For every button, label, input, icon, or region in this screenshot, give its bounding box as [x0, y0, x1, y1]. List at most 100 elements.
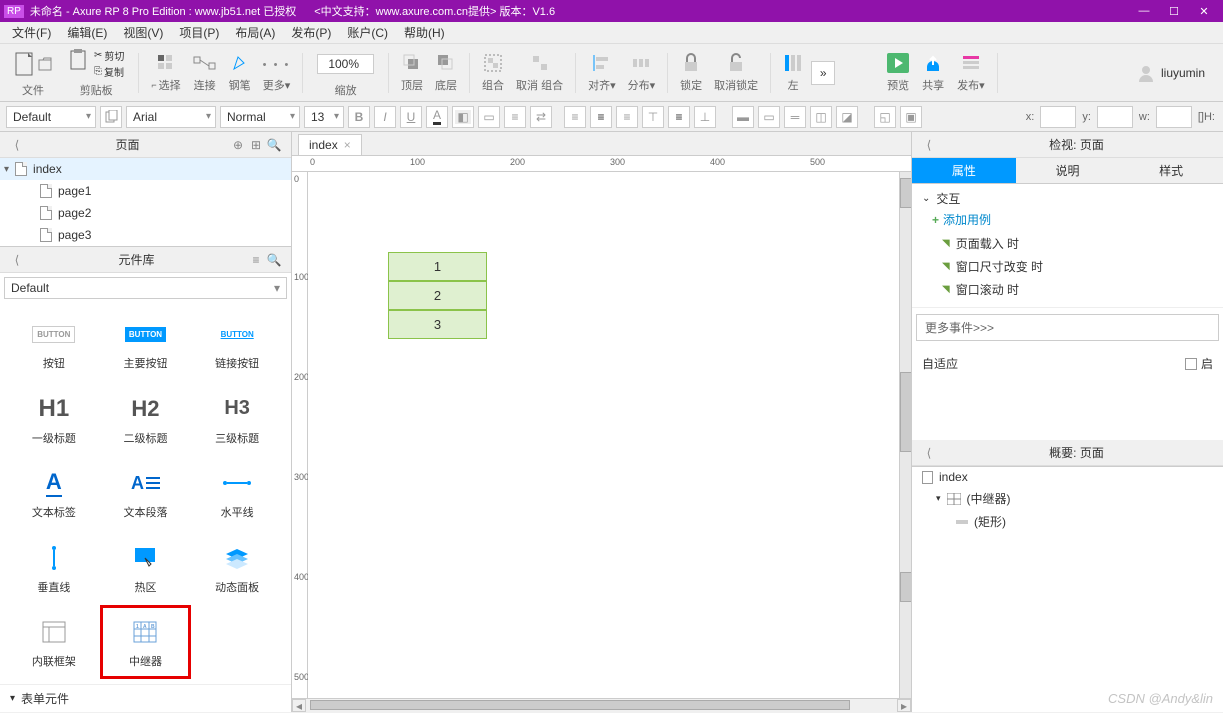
- outline-index[interactable]: index: [912, 467, 1223, 487]
- border-button[interactable]: ▭: [758, 106, 780, 128]
- border-color-button[interactable]: ▭: [478, 106, 500, 128]
- widget-hotspot[interactable]: 热区: [100, 531, 192, 605]
- lock-button[interactable]: 锁定: [676, 51, 706, 95]
- canvas[interactable]: 1 2 3: [308, 172, 899, 698]
- add-page-icon[interactable]: ⊕: [229, 138, 247, 152]
- interaction-section[interactable]: ⌄交互: [922, 190, 1213, 207]
- adaptive-checkbox[interactable]: [1185, 358, 1197, 370]
- scrollbar-horizontal[interactable]: ◂ ▸: [292, 698, 911, 712]
- outline-repeater[interactable]: ▾(中继器): [912, 487, 1223, 510]
- distribute-button[interactable]: 分布▾: [624, 51, 660, 95]
- user-menu[interactable]: liuyumin: [1127, 64, 1215, 82]
- text-color-button[interactable]: A: [426, 106, 448, 128]
- search-icon[interactable]: 🔍: [265, 138, 283, 152]
- align-left[interactable]: 左: [779, 51, 807, 95]
- collapse-icon[interactable]: ⟨: [920, 446, 938, 460]
- widget-h1[interactable]: H1一级标题: [8, 382, 100, 456]
- widget-button[interactable]: BUTTON按钮: [8, 307, 100, 381]
- bold-button[interactable]: B: [348, 106, 370, 128]
- bring-front[interactable]: 顶层: [397, 51, 427, 95]
- toolbar-overflow[interactable]: »: [811, 61, 835, 85]
- shadow-outer-button[interactable]: ◫: [810, 106, 832, 128]
- y-input[interactable]: [1097, 106, 1133, 128]
- search-icon[interactable]: 🔍: [265, 253, 283, 267]
- widget-vr[interactable]: 垂直线: [8, 531, 100, 605]
- widget-link-button[interactable]: BUTTON链接按钮: [191, 307, 283, 381]
- pen-tool[interactable]: 钢笔: [225, 51, 255, 95]
- bg-color-button[interactable]: ◧: [452, 106, 474, 128]
- repeater-cell-3[interactable]: 3: [388, 310, 487, 339]
- window-minimize[interactable]: —: [1129, 5, 1159, 17]
- file-group[interactable]: 文件: [8, 46, 58, 100]
- align-right-text[interactable]: ≡: [616, 106, 638, 128]
- shadow-inner-button[interactable]: ◪: [836, 106, 858, 128]
- padding-button[interactable]: ▣: [900, 106, 922, 128]
- widget-repeater[interactable]: 1AB中继器: [100, 605, 192, 679]
- event-resize[interactable]: ◥窗口尺寸改变 时: [922, 255, 1213, 278]
- widget-h2[interactable]: H2二级标题: [100, 382, 192, 456]
- connect-tool[interactable]: 连接: [189, 51, 221, 95]
- publish-button[interactable]: 发布▾: [953, 51, 989, 95]
- corner-button[interactable]: ◱: [874, 106, 896, 128]
- weight-select[interactable]: Normal: [220, 106, 300, 128]
- close-tab-icon[interactable]: ×: [344, 138, 351, 152]
- event-scroll[interactable]: ◥窗口滚动 时: [922, 278, 1213, 301]
- widget-h3[interactable]: H3三级标题: [191, 382, 283, 456]
- line-style-button[interactable]: ≡: [504, 106, 526, 128]
- font-select[interactable]: Arial: [126, 106, 216, 128]
- italic-button[interactable]: I: [374, 106, 396, 128]
- menu-view[interactable]: 视图(V): [115, 22, 171, 43]
- align-bottom-text[interactable]: ⊥: [694, 106, 716, 128]
- arrow-button[interactable]: ⇄: [530, 106, 552, 128]
- x-input[interactable]: [1040, 106, 1076, 128]
- menu-help[interactable]: 帮助(H): [396, 22, 453, 43]
- page-page1[interactable]: page1: [0, 180, 291, 202]
- widget-text-label[interactable]: A文本标签: [8, 456, 100, 530]
- menu-publish[interactable]: 发布(P): [283, 22, 339, 43]
- window-close[interactable]: ✕: [1189, 5, 1219, 18]
- share-button[interactable]: 共享: [917, 51, 949, 95]
- more-tools[interactable]: • • •更多▾: [259, 51, 295, 95]
- clipboard-group[interactable]: ✂剪切 ⎘复制 剪贴板: [62, 46, 130, 100]
- scroll-left-icon[interactable]: ◂: [292, 699, 306, 712]
- tab-notes[interactable]: 说明: [1016, 158, 1120, 183]
- lib-menu-icon[interactable]: ≡: [247, 253, 265, 267]
- menu-account[interactable]: 账户(C): [339, 22, 396, 43]
- group-button[interactable]: 组合: [478, 51, 508, 95]
- w-input[interactable]: [1156, 106, 1192, 128]
- widget-dynamic-panel[interactable]: 动态面板: [191, 531, 283, 605]
- page-page3[interactable]: page3: [0, 224, 291, 246]
- fill-button[interactable]: ▬: [732, 106, 754, 128]
- align-top-text[interactable]: ⊤: [642, 106, 664, 128]
- repeater-cell-2[interactable]: 2: [388, 281, 487, 310]
- event-page-load[interactable]: ◥页面载入 时: [922, 232, 1213, 255]
- size-select[interactable]: 13: [304, 106, 344, 128]
- canvas-tab-index[interactable]: index×: [298, 134, 362, 155]
- more-events[interactable]: 更多事件>>>: [916, 314, 1219, 341]
- style-copy-icon[interactable]: [100, 106, 122, 128]
- page-page2[interactable]: page2: [0, 202, 291, 224]
- lib-select[interactable]: Default: [4, 277, 287, 299]
- collapse-icon[interactable]: ⟨: [920, 138, 938, 152]
- menu-layout[interactable]: 布局(A): [227, 22, 283, 43]
- scrollbar-vertical[interactable]: [899, 172, 911, 698]
- widget-hr[interactable]: 水平线: [191, 456, 283, 530]
- tab-style[interactable]: 样式: [1119, 158, 1223, 183]
- menu-project[interactable]: 项目(P): [171, 22, 227, 43]
- window-maximize[interactable]: ☐: [1159, 5, 1189, 18]
- page-index[interactable]: ▾index: [0, 158, 291, 180]
- zoom-group[interactable]: 100% 缩放: [311, 46, 380, 100]
- zoom-select[interactable]: 100%: [317, 54, 374, 74]
- outline-rect[interactable]: (矩形): [912, 510, 1223, 533]
- line-width-button[interactable]: ═: [784, 106, 806, 128]
- unlock-button[interactable]: 取消锁定: [710, 51, 762, 95]
- scroll-right-icon[interactable]: ▸: [897, 699, 911, 712]
- underline-button[interactable]: U: [400, 106, 422, 128]
- widget-iframe[interactable]: 内联框架: [8, 605, 100, 679]
- preview-button[interactable]: 预览: [883, 51, 913, 95]
- form-widgets-accordion[interactable]: ▾表单元件: [0, 684, 291, 712]
- align-left-text[interactable]: ≡: [564, 106, 586, 128]
- tab-properties[interactable]: 属性: [912, 158, 1016, 183]
- align-center-text[interactable]: ≡: [590, 106, 612, 128]
- add-folder-icon[interactable]: ⊞: [247, 138, 265, 152]
